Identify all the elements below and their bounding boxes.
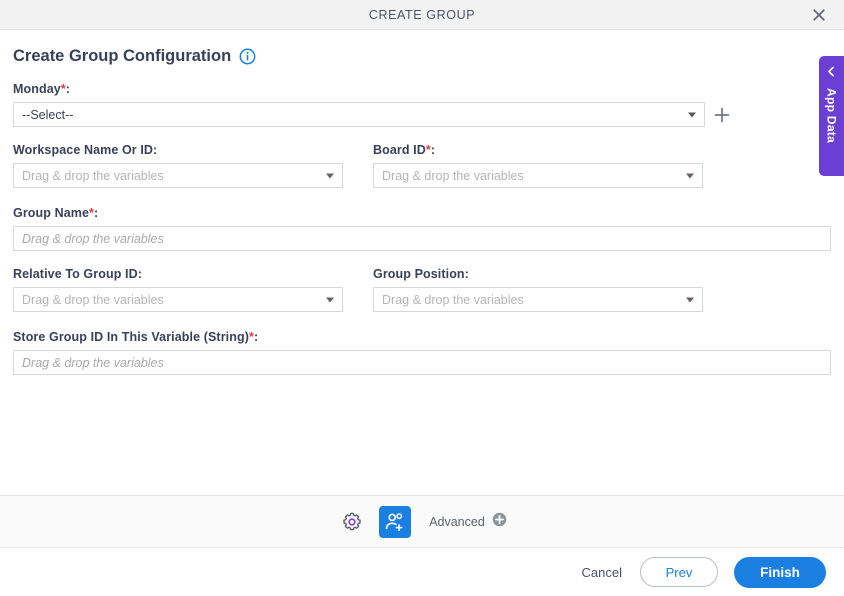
group-name-placeholder: Drag & drop the variables bbox=[22, 231, 164, 246]
window-title: CREATE GROUP bbox=[368, 7, 476, 22]
close-icon[interactable] bbox=[804, 0, 834, 30]
advanced-button[interactable]: Advanced bbox=[429, 512, 507, 532]
gear-icon[interactable] bbox=[337, 507, 367, 537]
field-group-position: Group Position: Drag & drop the variable… bbox=[373, 267, 703, 312]
add-people-icon[interactable] bbox=[379, 505, 412, 538]
store-group-id-placeholder: Drag & drop the variables bbox=[22, 355, 164, 370]
group-position-placeholder: Drag & drop the variables bbox=[382, 292, 524, 307]
page-title-row: Create Group Configuration bbox=[0, 30, 844, 66]
close-icon-glyph bbox=[813, 9, 825, 21]
group-name-input[interactable]: Drag & drop the variables bbox=[13, 226, 831, 251]
label-monday: Monday*: bbox=[13, 82, 71, 96]
gear-icon-glyph bbox=[343, 512, 361, 530]
app-data-tab-label: App Data bbox=[824, 88, 839, 144]
circle-plus-icon[interactable] bbox=[492, 512, 507, 532]
app-data-tab[interactable]: App Data bbox=[819, 56, 844, 176]
label-board-id: Board ID*: bbox=[373, 143, 436, 157]
field-store-group-id: Store Group ID In This Variable (String)… bbox=[13, 330, 831, 375]
prev-button[interactable]: Prev bbox=[640, 557, 718, 587]
board-id-select[interactable]: Drag & drop the variables bbox=[373, 163, 703, 188]
label-group-name: Group Name*: bbox=[13, 206, 99, 220]
field-group-name: Group Name*: Drag & drop the variables bbox=[13, 206, 831, 251]
chevron-down-icon bbox=[326, 173, 334, 178]
row-workspace-board: Workspace Name Or ID: Drag & drop the va… bbox=[13, 143, 831, 204]
info-icon[interactable] bbox=[239, 48, 256, 65]
plus-icon bbox=[714, 107, 730, 122]
workspace-name-or-id-placeholder: Drag & drop the variables bbox=[22, 168, 164, 183]
advanced-label: Advanced bbox=[429, 514, 485, 529]
label-workspace-name-or-id: Workspace Name Or ID: bbox=[13, 143, 158, 157]
cancel-button[interactable]: Cancel bbox=[580, 561, 624, 584]
add-monday-connection-button[interactable] bbox=[705, 102, 739, 127]
label-relative-to-group-id: Relative To Group ID: bbox=[13, 267, 142, 281]
configuration-form: Monday*: --Select-- Workspace Name Or ID… bbox=[0, 66, 844, 375]
finish-button[interactable]: Finish bbox=[734, 556, 826, 588]
bottom-toolbar: Advanced bbox=[0, 495, 844, 548]
group-position-select[interactable]: Drag & drop the variables bbox=[373, 287, 703, 312]
board-id-placeholder: Drag & drop the variables bbox=[382, 168, 524, 183]
page-title: Create Group Configuration bbox=[13, 47, 232, 65]
add-people-icon-glyph bbox=[385, 512, 403, 531]
store-group-id-input[interactable]: Drag & drop the variables bbox=[13, 350, 831, 375]
field-monday: Monday*: --Select-- bbox=[13, 82, 831, 127]
field-board-id: Board ID*: Drag & drop the variables bbox=[373, 143, 703, 188]
dialog-content: Create Group Configuration Monday*: --Se… bbox=[0, 30, 844, 495]
relative-to-group-id-select[interactable]: Drag & drop the variables bbox=[13, 287, 343, 312]
info-icon-glyph bbox=[239, 48, 256, 65]
chevron-down-icon bbox=[688, 112, 696, 117]
field-relative-to-group-id: Relative To Group ID: Drag & drop the va… bbox=[13, 267, 343, 312]
chevron-left-icon-glyph bbox=[828, 66, 834, 77]
monday-select[interactable]: --Select-- bbox=[13, 102, 705, 127]
circle-plus-icon-glyph bbox=[492, 512, 507, 526]
row-relative-position: Relative To Group ID: Drag & drop the va… bbox=[13, 267, 831, 328]
chevron-left-icon bbox=[826, 64, 837, 82]
dialog-footer: Cancel Prev Finish bbox=[0, 548, 844, 596]
workspace-name-or-id-select[interactable]: Drag & drop the variables bbox=[13, 163, 343, 188]
chevron-down-icon bbox=[686, 297, 694, 302]
monday-row: --Select-- bbox=[13, 102, 831, 127]
label-group-position: Group Position: bbox=[373, 267, 469, 281]
label-store-group-id: Store Group ID In This Variable (String)… bbox=[13, 330, 259, 344]
monday-select-value: --Select-- bbox=[22, 107, 74, 122]
chevron-down-icon bbox=[686, 173, 694, 178]
relative-to-group-id-placeholder: Drag & drop the variables bbox=[22, 292, 164, 307]
chevron-down-icon bbox=[326, 297, 334, 302]
window-titlebar: CREATE GROUP bbox=[0, 0, 844, 30]
field-workspace-name-or-id: Workspace Name Or ID: Drag & drop the va… bbox=[13, 143, 343, 188]
